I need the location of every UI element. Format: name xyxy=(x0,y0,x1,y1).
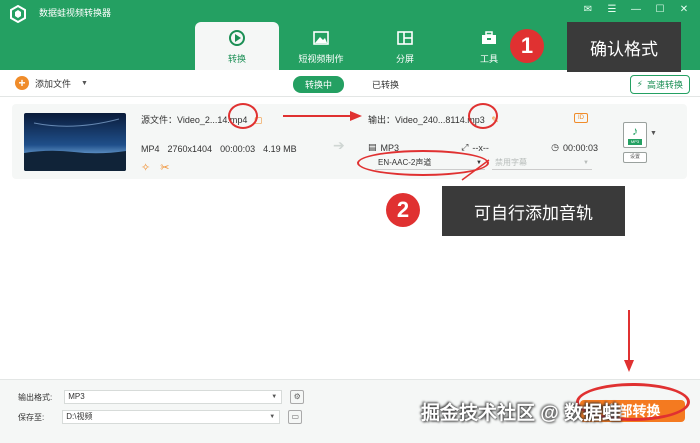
callout-step2: 可自行添加音轨 xyxy=(442,186,625,236)
tab-label: 短视频制作 xyxy=(298,54,344,64)
source-extension: .mp4 xyxy=(227,115,248,125)
output-duration: 00:00:03 xyxy=(562,142,598,153)
music-note-icon: ♪ xyxy=(632,124,638,138)
toolbar: + 添加文件 ▼ 转换中 已转换 ⚡ 高速转换 xyxy=(0,70,700,97)
save-to-row: 保存至: D:\视频 ▼ ▭ xyxy=(18,410,303,424)
output-meta: ▤ MP3 ⤢ --x-- ◷ 00:00:03 xyxy=(368,142,598,153)
tab-split-screen[interactable]: 分屏 xyxy=(363,22,447,70)
format-box-label: MP3 xyxy=(628,139,642,145)
video-thumbnail[interactable] xyxy=(24,113,126,171)
watermark: 掘金技术社区 @ 数据蛙 xyxy=(421,403,622,424)
close-icon[interactable]: ✕ xyxy=(678,4,690,15)
save-to-label: 保存至: xyxy=(18,412,45,422)
chevron-down-icon: ▼ xyxy=(583,159,589,166)
step-badge: 2 xyxy=(386,193,420,227)
chevron-down-icon[interactable]: ▼ xyxy=(81,80,88,87)
maximize-icon[interactable]: ☐ xyxy=(654,4,666,15)
add-file-label: 添加文件 xyxy=(35,78,72,89)
edit-tools: ✧ ✂ xyxy=(141,161,169,174)
chevron-down-icon: ▼ xyxy=(269,414,276,420)
step-badge: 1 xyxy=(510,29,544,63)
settings-icon[interactable]: ⚙ xyxy=(290,390,305,404)
chevron-down-icon[interactable]: ▼ xyxy=(650,130,657,137)
scissors-icon[interactable]: ✂ xyxy=(160,161,169,174)
save-to-select[interactable]: D:\视频 ▼ xyxy=(62,410,281,424)
minimize-icon[interactable]: — xyxy=(630,4,642,15)
status-toggle: 转换中 已转换 xyxy=(293,76,411,93)
arrow-right-icon: ➔ xyxy=(333,137,345,153)
output-format-row: 输出格式: MP3 ▼ ⚙ xyxy=(18,390,305,404)
toolbox-icon xyxy=(482,31,496,44)
converted-tab[interactable]: 已转换 xyxy=(360,76,411,93)
resize-icon: ⤢ xyxy=(461,142,469,152)
output-format-label: 输出格式: xyxy=(18,392,53,402)
split-screen-icon xyxy=(397,31,413,45)
convert-icon xyxy=(229,30,245,46)
output-format: MP3 xyxy=(380,142,400,153)
source-size: 4.19 MB xyxy=(263,144,297,154)
fast-convert-button[interactable]: ⚡ 高速转换 xyxy=(629,75,690,94)
magic-wand-icon[interactable]: ✧ xyxy=(141,161,150,174)
chevron-down-icon: ▼ xyxy=(271,394,278,400)
app-logo-icon xyxy=(10,5,26,23)
output-resolution: --x-- xyxy=(472,142,489,153)
menu-icon[interactable]: ☰ xyxy=(606,4,618,15)
film-icon: ▤ xyxy=(368,142,377,152)
lightning-icon: ⚡ xyxy=(636,79,643,89)
tab-label: 转换 xyxy=(227,54,246,64)
folder-icon[interactable]: ▢ xyxy=(254,115,263,125)
pen-icon[interactable]: ✎ xyxy=(491,115,499,125)
audio-track-select[interactable]: EN-AAC-2声道 ▼ xyxy=(375,156,485,170)
arrowhead-icon xyxy=(624,360,634,372)
feedback-icon[interactable]: ✉ xyxy=(582,4,594,15)
folder-icon[interactable]: ▭ xyxy=(288,410,303,424)
add-file-button[interactable]: + 添加文件 ▼ xyxy=(15,76,88,90)
output-format-select[interactable]: MP3 ▼ xyxy=(64,390,283,404)
format-setting-button[interactable]: 设置 xyxy=(623,152,647,163)
plus-icon: + xyxy=(15,76,29,90)
tab-label: 分屏 xyxy=(395,54,414,64)
source-meta: MP4 2760x1404 00:00:03 4.19 MB xyxy=(141,144,297,154)
tab-label: 工具 xyxy=(479,54,498,64)
fast-convert-label: 高速转换 xyxy=(646,80,683,90)
output-filename: 输出：Video_240...8114.mp3 ✎ xyxy=(368,115,499,125)
info-icon[interactable]: ID xyxy=(574,113,588,123)
tab-convert[interactable]: 转换 xyxy=(195,22,279,70)
image-icon xyxy=(313,31,329,45)
chevron-down-icon: ▼ xyxy=(476,159,482,166)
callout-step1: 确认格式 xyxy=(567,22,681,72)
tab-short-video[interactable]: 短视频制作 xyxy=(279,22,363,70)
window-controls: ✉ ☰ — ☐ ✕ xyxy=(582,4,690,15)
source-resolution: 2760x1404 xyxy=(167,144,213,154)
source-filename: 源文件：Video_2...14.mp4 ▢ xyxy=(141,115,263,125)
converting-tab[interactable]: 转换中 xyxy=(293,76,345,93)
app-title: 数据蛙视频转换器 xyxy=(39,8,112,18)
subtitle-select[interactable]: 禁用字幕 ▼ xyxy=(492,156,592,170)
source-duration: 00:00:03 xyxy=(220,144,256,154)
main-tabs: 转换 短视频制作 分屏 工具 xyxy=(195,22,531,70)
output-extension: .mp3 xyxy=(464,115,485,125)
output-format-icon[interactable]: ♪ MP3 xyxy=(623,122,647,148)
source-format: MP4 xyxy=(141,144,160,154)
file-item: 源文件：Video_2...14.mp4 ▢ MP4 2760x1404 00:… xyxy=(12,104,687,179)
clock-icon: ◷ xyxy=(551,142,559,152)
